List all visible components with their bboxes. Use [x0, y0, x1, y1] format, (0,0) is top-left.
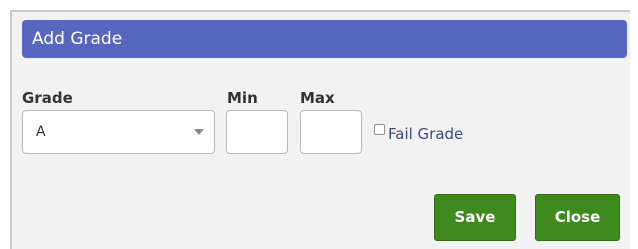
grade-select-value: A	[36, 124, 46, 140]
min-input[interactable]	[226, 110, 288, 154]
grade-select[interactable]: A	[22, 110, 215, 154]
fail-grade-checkbox[interactable]	[374, 124, 385, 135]
chevron-down-icon	[194, 129, 204, 135]
dialog-title: Add Grade	[22, 20, 627, 58]
min-label: Min	[227, 89, 258, 107]
fail-grade-label[interactable]: Fail Grade	[388, 125, 463, 143]
grade-label: Grade	[22, 89, 73, 107]
max-input[interactable]	[300, 110, 362, 154]
max-label: Max	[300, 89, 335, 107]
save-button[interactable]: Save	[434, 194, 516, 241]
close-button[interactable]: Close	[535, 194, 620, 241]
